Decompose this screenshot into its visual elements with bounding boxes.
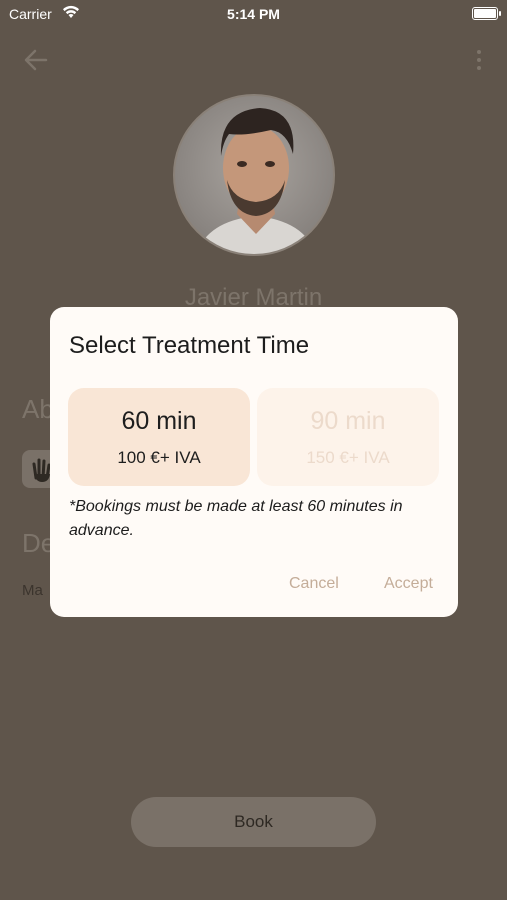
status-time: 5:14 PM	[227, 6, 280, 22]
treatment-time-dialog: Select Treatment Time 60 min 100 €+ IVA …	[50, 307, 458, 617]
arrow-left-icon	[24, 49, 48, 71]
option-price: 100 €+ IVA	[117, 447, 201, 467]
option-60-min[interactable]: 60 min 100 €+ IVA	[68, 388, 250, 486]
status-bar: Carrier 5:14 PM	[0, 0, 507, 30]
dialog-title: Select Treatment Time	[69, 332, 310, 359]
more-button[interactable]	[473, 48, 485, 72]
option-duration: 90 min	[310, 406, 386, 435]
cancel-button[interactable]: Cancel	[289, 575, 339, 593]
vertical-dots-icon	[477, 50, 481, 70]
battery-icon	[472, 7, 501, 20]
avatar	[173, 94, 335, 256]
book-button[interactable]: Book	[131, 797, 376, 847]
accept-button[interactable]: Accept	[384, 575, 433, 593]
option-90-min[interactable]: 90 min 150 €+ IVA	[257, 388, 439, 486]
option-duration: 60 min	[121, 406, 197, 435]
description-text: Ma	[22, 582, 43, 599]
back-button[interactable]	[22, 46, 50, 74]
option-price: 150 €+ IVA	[306, 447, 390, 467]
booking-notice: *Bookings must be made at least 60 minut…	[69, 498, 403, 539]
